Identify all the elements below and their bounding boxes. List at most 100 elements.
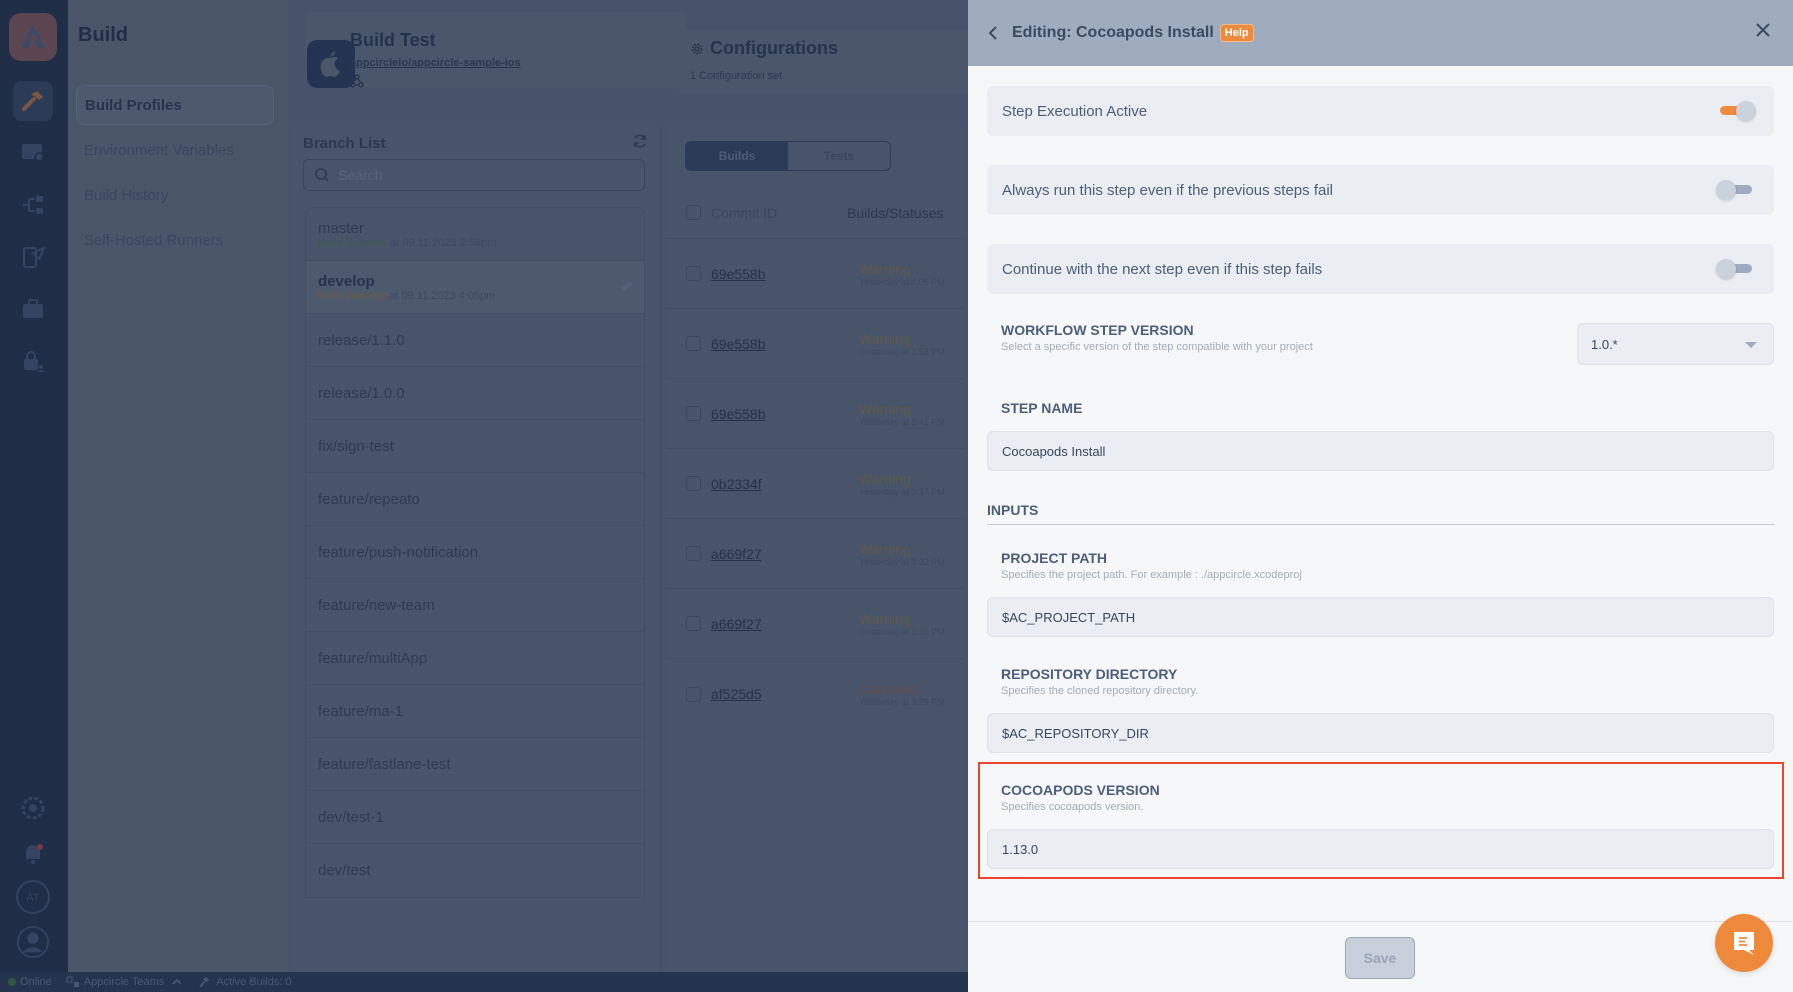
- branch-name: dev/test: [318, 862, 371, 879]
- repository-link[interactable]: appcircleio/appcircle-sample-ios: [350, 57, 521, 69]
- footer-divider: [968, 921, 1793, 922]
- toggle-row-always-run: Always run this step even if the previou…: [987, 165, 1774, 215]
- branch-item[interactable]: feature/repeato: [306, 473, 644, 526]
- branch-item[interactable]: feature/multiApp: [306, 632, 644, 685]
- branch-item[interactable]: dev/test-1: [306, 791, 644, 844]
- tab-tests[interactable]: Tests: [788, 142, 890, 170]
- branch-name: release/1.1.0: [318, 331, 405, 349]
- step-name-input[interactable]: [987, 431, 1774, 471]
- commit-link[interactable]: 69e558b: [711, 406, 859, 422]
- branch-item[interactable]: dev/test: [306, 844, 644, 897]
- integrations-icon[interactable]: [13, 788, 53, 828]
- close-icon[interactable]: [1755, 22, 1771, 43]
- cocoapods-version-input[interactable]: [987, 829, 1774, 869]
- branch-item-develop[interactable]: develop Build Warning at 09.11.2023 4:05…: [306, 261, 644, 314]
- team-switcher[interactable]: Appcircle Teams: [66, 976, 183, 988]
- build-row[interactable]: a669f27 Warning Yesterday at 3:32 PM: [666, 519, 964, 589]
- branch-item[interactable]: feature/push-notification: [306, 526, 644, 579]
- continue-on-failure-toggle[interactable]: [1716, 258, 1756, 280]
- project-path-input[interactable]: [987, 597, 1774, 637]
- branch-item-master[interactable]: master Build Success at 09.11.2023 2:58p…: [306, 208, 644, 261]
- configurations-card[interactable]: Configurations 1 Configuration set: [678, 30, 968, 94]
- branch-search-input[interactable]: [338, 167, 618, 183]
- chat-icon: [1734, 932, 1754, 955]
- commit-link[interactable]: a669f27: [711, 616, 859, 632]
- build-status: Warning: [859, 610, 911, 627]
- workflow-step-version-label: WORKFLOW STEP VERSION: [1001, 322, 1194, 338]
- build-time: Yesterday at 3:29 PM: [859, 697, 945, 707]
- build-status: Warning: [859, 260, 911, 277]
- appcircle-logo[interactable]: [9, 13, 57, 61]
- subnav-item-build-profiles[interactable]: Build Profiles: [76, 85, 274, 125]
- signing-certificate-icon[interactable]: [13, 133, 53, 173]
- row-checkbox[interactable]: [686, 266, 701, 281]
- build-status: Canceled: [859, 681, 919, 697]
- toggle-row-continue-on-failure: Continue with the next step even if this…: [987, 244, 1774, 294]
- row-checkbox[interactable]: [686, 546, 701, 561]
- toggle-label: Step Execution Active: [1002, 102, 1148, 120]
- drawer-title: Editing: Cocoapods Install: [1012, 24, 1214, 41]
- tab-builds[interactable]: Builds: [686, 142, 788, 170]
- commit-link[interactable]: 0b2334f: [711, 476, 859, 492]
- help-button[interactable]: Help: [1219, 24, 1254, 42]
- pin-icon[interactable]: [620, 279, 634, 298]
- branch-item[interactable]: fix/sign-test: [306, 420, 644, 473]
- configurations-subtitle: 1 Configuration set: [690, 70, 783, 82]
- build-status: Warning: [859, 400, 911, 417]
- support-chat-button[interactable]: [1715, 914, 1773, 972]
- branch-name: feature/fastlane-test: [318, 755, 451, 773]
- build-row[interactable]: 69e558b Warning Yesterday at 3:58 PM: [666, 309, 964, 379]
- row-checkbox[interactable]: [686, 686, 701, 702]
- subnav-item-build-history[interactable]: Build History: [76, 175, 274, 215]
- refresh-icon[interactable]: [632, 133, 648, 154]
- row-checkbox[interactable]: [686, 336, 701, 351]
- row-checkbox[interactable]: [686, 616, 701, 631]
- subnav-item-environment-variables[interactable]: Environment Variables: [76, 130, 274, 170]
- build-row[interactable]: 69e558b Warning Yesterday at 4:05 PM: [666, 239, 964, 309]
- workflow-step-version-select[interactable]: 1.0.*: [1577, 323, 1774, 365]
- branch-name: develop: [318, 272, 375, 290]
- branch-search[interactable]: [303, 159, 645, 191]
- row-checkbox[interactable]: [686, 476, 701, 491]
- build-row[interactable]: af525d5 Canceled Yesterday at 3:29 PM: [666, 659, 964, 729]
- commit-link[interactable]: 69e558b: [711, 266, 859, 282]
- build-row[interactable]: 69e558b Warning Yesterday at 3:41 PM: [666, 379, 964, 449]
- subnav-item-self-hosted-runners[interactable]: Self-Hosted Runners: [76, 220, 274, 260]
- branch-item[interactable]: feature/new-team: [306, 579, 644, 632]
- row-checkbox[interactable]: [686, 406, 701, 421]
- build-row[interactable]: a669f27 Warning Yesterday at 3:30 PM: [666, 589, 964, 659]
- back-chevron-icon[interactable]: [988, 25, 998, 41]
- select-all-checkbox[interactable]: [686, 205, 701, 220]
- step-execution-active-toggle[interactable]: [1716, 100, 1756, 122]
- notifications-bell-icon[interactable]: [13, 833, 53, 873]
- branch-item[interactable]: feature/fastlane-test: [306, 738, 644, 791]
- build-hammer-icon[interactable]: [13, 81, 53, 121]
- branch-item[interactable]: release/1.0.0: [306, 367, 644, 420]
- build-profile-main: Build Test appcircleio/appcircle-sample-…: [288, 0, 968, 972]
- commit-link[interactable]: a669f27: [711, 546, 859, 562]
- branch-list-panel: Branch List master Build Success at 09.1…: [291, 127, 661, 972]
- always-run-toggle[interactable]: [1716, 179, 1756, 201]
- save-button[interactable]: Save: [1345, 937, 1415, 979]
- branch-item[interactable]: feature/ma-1: [306, 685, 644, 738]
- commit-link[interactable]: 69e558b: [711, 336, 859, 352]
- cocoapods-version-label: COCOAPODS VERSION: [1001, 782, 1160, 798]
- distribution-icon[interactable]: [13, 237, 53, 277]
- organization-avatar[interactable]: AT: [13, 877, 53, 917]
- active-builds-indicator[interactable]: Active Builds: 0: [198, 976, 292, 988]
- enterprise-store-icon[interactable]: [13, 289, 53, 329]
- workflow-step-version-help: Select a specific version of the step co…: [1001, 341, 1313, 353]
- branch-name: feature/repeato: [318, 490, 420, 508]
- user-profile-icon[interactable]: [13, 922, 53, 962]
- webhook-icon[interactable]: [350, 74, 364, 93]
- project-card: Build Test appcircleio/appcircle-sample-…: [306, 12, 686, 88]
- builds-table-header: Commit ID Builds/Statuses: [666, 187, 964, 239]
- workflow-icon[interactable]: [13, 185, 53, 225]
- testing-portal-lock-icon[interactable]: [13, 341, 53, 381]
- gear-icon: [690, 42, 704, 61]
- repository-directory-input[interactable]: [987, 713, 1774, 753]
- svg-text:AT: AT: [26, 892, 40, 904]
- commit-link[interactable]: af525d5: [711, 686, 859, 702]
- branch-item[interactable]: release/1.1.0: [306, 314, 644, 367]
- build-row[interactable]: 0b2334f Warning Yesterday at 3:37 PM: [666, 449, 964, 519]
